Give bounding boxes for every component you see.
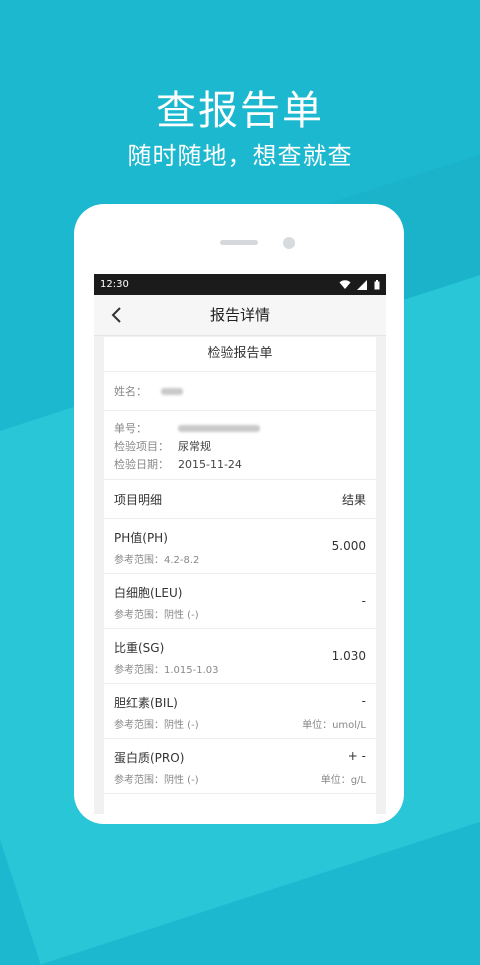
promo-title: 查报告单 [156,88,324,134]
results-header: 项目明细 结果 [104,480,376,519]
battery-icon [374,279,380,289]
order-row: 单号： [114,419,366,437]
item-name: 胆红素(BIL) [114,696,178,710]
phone-camera [283,237,295,249]
signal-icon [357,279,367,290]
exam-value: 尿常规 [178,440,211,453]
date-row: 检验日期： 2015-11-24 [114,455,366,473]
report-info: 单号： 检验项目： 尿常规 检验日期： 2015-11-24 [104,411,376,480]
item-name: 白细胞(LEU) [114,586,183,600]
wifi-icon [339,279,351,289]
header-result-label: 结果 [341,492,366,507]
item-range: 参考范围：4.2-8.2 [114,555,200,566]
page-title: 报告详情 [209,306,270,324]
status-bar: 12:30 [94,274,386,295]
result-row: 比重(SG) 参考范围：1.015-1.03 1.030 [104,629,376,684]
status-icons [339,279,380,290]
item-range: 参考范围：1.015-1.03 [114,665,219,676]
phone-frame: 12:30 报告详情 检验报告单 姓名： 单号： 检验项目： 尿常规 检验日期：… [74,204,404,824]
result-row: 白细胞(LEU) 参考范围：阴性 (-) - [104,574,376,629]
name-label: 姓名： [114,385,147,398]
report-title: 检验报告单 [104,337,376,372]
result-row: 蛋白质(PRO) 参考范围：阴性 (-) + - 单位：g/L [104,739,376,794]
item-name: 比重(SG) [114,641,165,655]
item-result: 1.030 [331,649,366,663]
redacted-name [161,387,183,395]
nav-bar: 报告详情 [94,295,386,336]
promo-subtitle: 随时随地，想查就查 [127,142,353,170]
item-name: 蛋白质(PRO) [114,751,185,765]
item-result: - [361,694,366,708]
status-time: 12:30 [100,279,129,290]
item-result: 5.000 [331,539,366,553]
item-unit: 单位：g/L [320,775,366,786]
date-value: 2015-11-24 [178,457,242,471]
exam-label: 检验项目： [114,440,169,453]
exam-row: 检验项目： 尿常规 [114,437,366,455]
item-range: 参考范围：阴性 (-) [114,775,199,786]
phone-speaker [220,240,258,245]
item-unit: 单位：umol/L [302,720,366,731]
header-item-label: 项目明细 [114,492,163,507]
result-row: PH值(PH) 参考范围：4.2-8.2 5.000 [104,519,376,574]
redacted-order-number [178,424,260,432]
report-card: 检验报告单 姓名： 单号： 检验项目： 尿常规 检验日期： 2015-11-24 [104,337,376,814]
result-row: 胆红素(BIL) 参考范围：阴性 (-) - 单位：umol/L [104,684,376,739]
date-label: 检验日期： [114,458,169,471]
item-range: 参考范围：阴性 (-) [114,610,199,621]
item-range: 参考范围：阴性 (-) [114,720,199,731]
order-label: 单号： [114,422,147,435]
item-name: PH值(PH) [114,531,168,545]
item-result: - [361,594,366,608]
phone-screen: 12:30 报告详情 检验报告单 姓名： 单号： 检验项目： 尿常规 检验日期：… [94,274,386,814]
item-result: + - [347,749,366,763]
patient-name-row: 姓名： [104,372,376,411]
